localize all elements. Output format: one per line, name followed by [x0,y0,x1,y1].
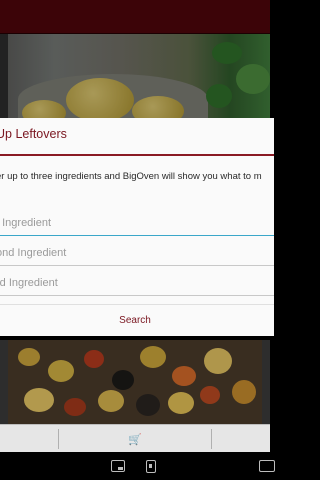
dialog-description: er up to three ingredients and BigOven w… [0,171,262,182]
window-icon[interactable] [259,460,275,472]
title-divider [0,154,274,156]
second-ingredient-placeholder: ond Ingredient [0,247,67,259]
field-underline [0,295,274,296]
leftovers-dialog: Up Leftovers er up to three ingredients … [0,118,274,336]
phone-icon[interactable] [146,460,156,473]
second-ingredient-field[interactable]: ond Ingredient [0,242,274,266]
tab-right[interactable] [212,425,270,453]
dialog-title: Up Leftovers [0,127,67,141]
tab-left[interactable] [0,425,58,453]
top-app-bar [0,0,270,34]
field-underline [0,265,274,266]
bottom-tab-bar: 🛒 [0,424,270,452]
search-button[interactable]: Search [0,305,274,336]
third-ingredient-field[interactable]: rd Ingredient [0,272,274,296]
system-nav-bar [0,452,275,480]
first-ingredient-placeholder: t Ingredient [0,217,52,229]
shopping-cart-icon[interactable]: 🛒 [128,433,142,446]
screen-icon[interactable] [111,460,125,472]
field-underline [0,235,274,236]
first-ingredient-field[interactable]: t Ingredient [0,212,274,236]
third-ingredient-placeholder: rd Ingredient [0,277,58,289]
